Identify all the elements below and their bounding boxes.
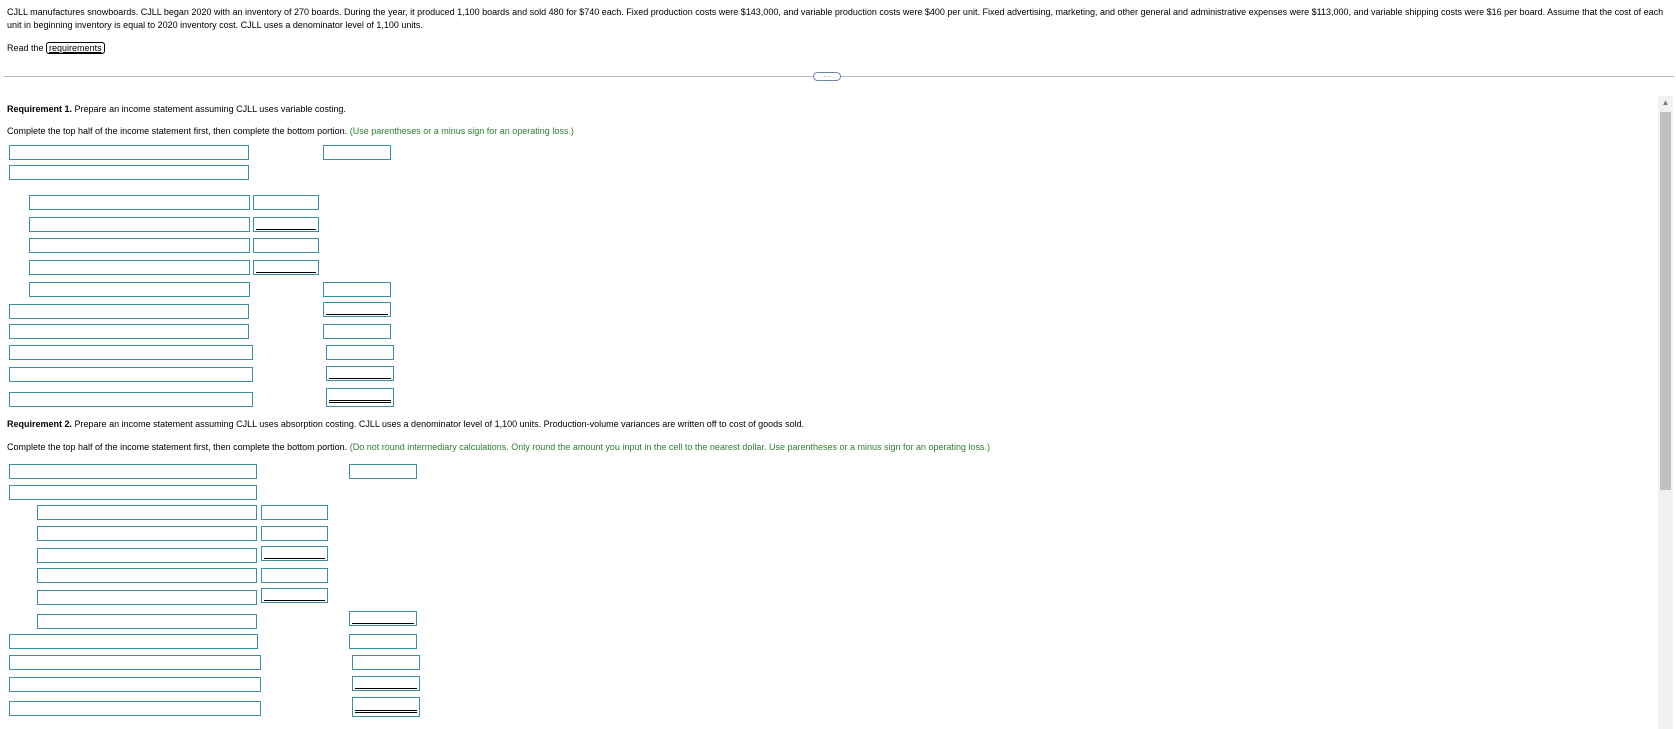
- abs-amount-input-12[interactable]: [352, 697, 420, 717]
- abs-label-input-4[interactable]: [37, 526, 257, 541]
- abs-label-input-5[interactable]: [37, 548, 257, 563]
- abs-label-input-3[interactable]: [37, 505, 257, 520]
- problem-statement: CJLL manufactures snowboards. CJLL began…: [7, 7, 1664, 30]
- instruction-hint: (Use parentheses or a minus sign for an …: [349, 126, 574, 136]
- underline: [329, 378, 391, 379]
- underline: [355, 688, 417, 689]
- abs-sub-amount-input-4[interactable]: [261, 526, 328, 541]
- var-amount-input-9[interactable]: [323, 324, 391, 339]
- abs-sub-amount-input-6[interactable]: [261, 568, 328, 583]
- var-label-input-4[interactable]: [29, 217, 250, 232]
- instruction-hint: (Do not round intermediary calculations.…: [349, 442, 991, 452]
- underline: [326, 314, 388, 315]
- var-amount-input-12[interactable]: [326, 388, 394, 407]
- double-underline-bottom: [329, 402, 391, 403]
- scroll-up-arrow-icon[interactable]: ▲: [1658, 97, 1673, 109]
- var-label-input-7[interactable]: [29, 282, 250, 297]
- underline: [352, 623, 414, 624]
- abs-label-input-6[interactable]: [37, 568, 257, 583]
- abs-label-input-9[interactable]: [9, 634, 258, 649]
- abs-label-input-10[interactable]: [9, 655, 261, 670]
- requirement-2-label: Requirement 2.: [7, 419, 73, 429]
- abs-amount-input-9[interactable]: [349, 634, 417, 649]
- var-amount-input-7[interactable]: [323, 282, 391, 297]
- requirements-link[interactable]: requirements: [46, 42, 105, 54]
- abs-label-input-8[interactable]: [37, 614, 257, 629]
- var-label-input-3[interactable]: [29, 195, 250, 210]
- var-label-input-12[interactable]: [9, 392, 253, 407]
- var-label-input-11[interactable]: [9, 367, 253, 382]
- var-sub-amount-input-5[interactable]: [253, 238, 319, 253]
- underline: [256, 229, 316, 230]
- requirement-2-text: Prepare an income statement assuming CJL…: [74, 419, 805, 429]
- var-label-input-2[interactable]: [9, 165, 249, 180]
- abs-sub-amount-input-3[interactable]: [261, 505, 328, 520]
- var-label-input-9[interactable]: [9, 324, 249, 339]
- underline: [264, 558, 325, 559]
- underline: [256, 272, 316, 273]
- double-underline-bottom: [355, 712, 417, 713]
- abs-label-input-1[interactable]: [9, 464, 257, 479]
- read-requirements: Read the requirements: [7, 42, 105, 54]
- collapse-toggle-button[interactable]: …: [813, 72, 841, 81]
- requirement-2-instruction: Complete the top half of the income stat…: [7, 441, 990, 453]
- abs-amount-input-10[interactable]: [352, 655, 420, 670]
- var-sub-amount-input-3[interactable]: [253, 195, 319, 210]
- read-prefix: Read the: [7, 43, 44, 53]
- var-label-input-1[interactable]: [9, 145, 249, 160]
- double-underline-top: [355, 710, 417, 711]
- abs-label-input-12[interactable]: [9, 701, 261, 716]
- requirement-1-instruction: Complete the top half of the income stat…: [7, 125, 574, 137]
- abs-label-input-7[interactable]: [37, 590, 257, 605]
- instruction-text: Complete the top half of the income stat…: [7, 126, 348, 136]
- abs-label-input-2[interactable]: [9, 485, 257, 500]
- var-label-input-6[interactable]: [29, 260, 250, 275]
- var-label-input-8[interactable]: [9, 304, 249, 319]
- requirement-1-heading: Requirement 1. Prepare an income stateme…: [7, 103, 346, 115]
- var-label-input-10[interactable]: [9, 345, 253, 360]
- abs-label-input-11[interactable]: [9, 677, 261, 692]
- requirement-2-heading: Requirement 2. Prepare an income stateme…: [7, 418, 804, 430]
- requirement-1-text: Prepare an income statement assuming CJL…: [74, 104, 346, 114]
- instruction-text: Complete the top half of the income stat…: [7, 442, 348, 452]
- requirement-1-label: Requirement 1.: [7, 104, 73, 114]
- scrollbar-thumb[interactable]: [1660, 112, 1671, 490]
- underline: [264, 600, 325, 601]
- var-label-input-5[interactable]: [29, 238, 250, 253]
- double-underline-top: [329, 400, 391, 401]
- var-amount-input-10[interactable]: [326, 345, 394, 360]
- abs-amount-input-1[interactable]: [349, 464, 417, 479]
- var-amount-input-1[interactable]: [323, 145, 391, 160]
